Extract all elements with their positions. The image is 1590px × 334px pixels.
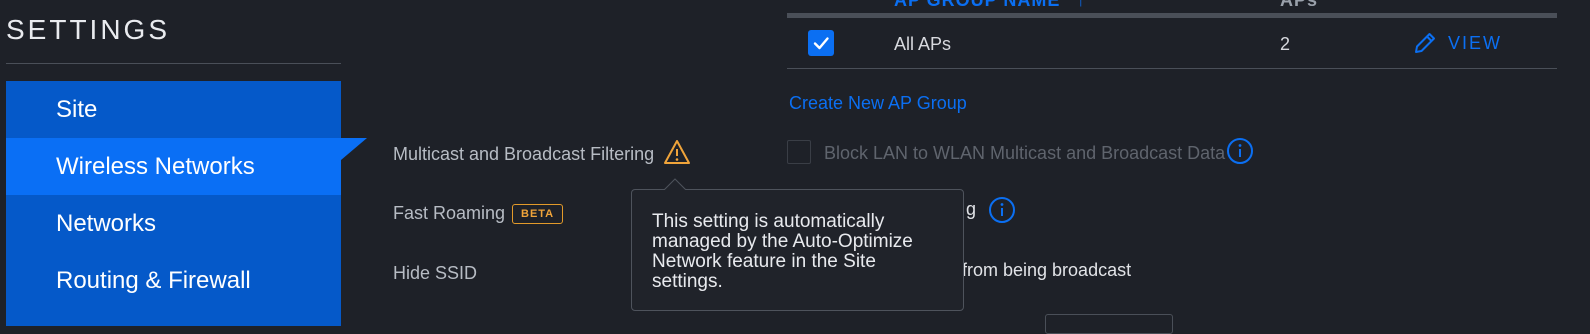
auto-optimize-tooltip: This setting is automatically managed by… [631, 189, 964, 311]
sidebar-item-site[interactable]: Site [6, 81, 341, 138]
multicast-filtering-label: Multicast and Broadcast Filtering [393, 144, 655, 164]
create-ap-group-link[interactable]: Create New AP Group [789, 93, 967, 114]
fast-roaming-label: Fast Roaming [393, 203, 506, 223]
column-header-ap-group-name[interactable]: AP GROUP NAME ↑ [894, 0, 1086, 11]
view-button-label: VIEW [1448, 32, 1503, 53]
settings-title: SETTINGS [6, 14, 171, 45]
active-item-notch [341, 138, 367, 160]
settings-nav: Site Wireless Networks Networks Routing … [6, 81, 341, 326]
row-select-checkbox[interactable] [808, 30, 834, 56]
block-lan-checkbox[interactable] [787, 140, 811, 164]
info-circle-icon[interactable] [1226, 137, 1254, 165]
ap-group-name-cell: All APs [894, 34, 952, 54]
beta-badge: BETA [512, 204, 564, 224]
sort-arrow-icon: ↑ [1076, 0, 1087, 10]
check-icon [813, 37, 829, 50]
sidebar-item-routing-firewall[interactable]: Routing & Firewall [6, 252, 341, 309]
partial-setting-label: g [966, 199, 977, 219]
tooltip-arrow [664, 178, 686, 199]
column-header-ap-group-name-label: AP GROUP NAME [894, 0, 1061, 10]
block-lan-label: Block LAN to WLAN Multicast and Broadcas… [824, 143, 1226, 163]
info-circle-icon[interactable] [988, 196, 1016, 224]
table-header-divider [787, 13, 1557, 18]
column-header-aps[interactable]: APs [1280, 0, 1318, 11]
aps-count-cell: 2 [1280, 34, 1291, 54]
input-field[interactable] [1045, 314, 1173, 334]
title-divider [6, 63, 341, 64]
view-button[interactable]: VIEW [1412, 30, 1502, 56]
sidebar-item-networks[interactable]: Networks [6, 195, 341, 252]
hide-ssid-label: Hide SSID [393, 263, 478, 283]
sidebar-item-wireless-networks[interactable]: Wireless Networks [6, 138, 341, 195]
pencil-icon [1415, 33, 1435, 53]
warning-triangle-icon[interactable] [663, 139, 691, 165]
table-row-divider [787, 68, 1557, 69]
hide-ssid-description: from being broadcast [962, 260, 1132, 280]
